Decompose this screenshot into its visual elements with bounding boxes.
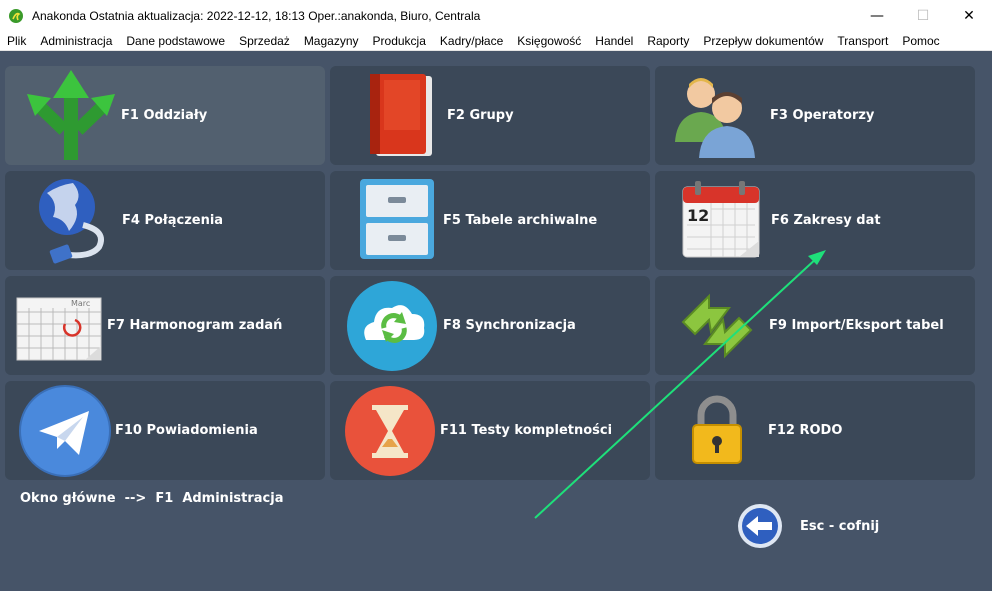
breadcrumb: Okno główne --> F1 Administracja xyxy=(20,491,284,506)
back-button[interactable]: Esc - cofnij xyxy=(736,502,879,550)
menu-handel[interactable]: Handel xyxy=(588,34,640,48)
back-label: Esc - cofnij xyxy=(800,518,880,534)
tile-label: F1 Oddziały xyxy=(121,108,208,123)
back-arrow-icon xyxy=(738,504,782,548)
tile-label: F5 Tabele archiwalne xyxy=(443,213,598,228)
calendar-day-text: 12 xyxy=(687,206,709,225)
tile-f11-testy-kompletnosci[interactable]: F11 Testy kompletności xyxy=(330,381,650,480)
users-icon xyxy=(667,68,763,164)
hourglass-icon xyxy=(342,383,438,479)
menu-produkcja[interactable]: Produkcja xyxy=(366,34,433,48)
main-panel: F1 Oddziały F2 Grupy F3 Operatorzy F4 Po… xyxy=(0,52,992,591)
window-controls: — ☐ ✕ xyxy=(854,0,992,31)
telegram-icon xyxy=(17,383,113,479)
tile-f1-oddzialy[interactable]: F1 Oddziały xyxy=(5,66,325,165)
schedule-calendar-icon: Marc xyxy=(13,278,109,374)
globe-network-icon xyxy=(25,173,121,269)
menu-transport[interactable]: Transport xyxy=(830,34,895,48)
tile-label: F9 Import/Eksport tabel xyxy=(769,318,944,333)
menu-dane-podstawowe[interactable]: Dane podstawowe xyxy=(119,34,232,48)
green-arrows-icon xyxy=(23,68,119,164)
menu-raporty[interactable]: Raporty xyxy=(640,34,696,48)
tile-f2-grupy[interactable]: F2 Grupy xyxy=(330,66,650,165)
tile-f12-rodo[interactable]: F12 RODO xyxy=(655,381,975,480)
anakonda-logo-icon xyxy=(9,8,23,23)
tile-label: F4 Połączenia xyxy=(122,213,224,228)
tile-f6-zakresy-dat[interactable]: 12 F6 Zakresy dat xyxy=(655,171,975,270)
menu-kadry-place[interactable]: Kadry/płace xyxy=(433,34,510,48)
tile-label: F12 RODO xyxy=(768,423,843,438)
tile-f4-polaczenia[interactable]: F4 Połączenia xyxy=(5,171,325,270)
menu-sprzedaz[interactable]: Sprzedaż xyxy=(232,34,297,48)
filing-cabinet-icon xyxy=(350,173,446,269)
maximize-button[interactable]: ☐ xyxy=(900,0,946,31)
menu-pomoc[interactable]: Pomoc xyxy=(895,34,946,48)
tile-label: F3 Operatorzy xyxy=(770,108,875,123)
tile-label: F7 Harmonogram zadań xyxy=(107,318,283,333)
calendar-icon: 12 xyxy=(675,173,771,269)
tile-f7-harmonogram-zadan[interactable]: Marc F7 Harmonogram zadań xyxy=(5,276,325,375)
menu-przeplyw-dokumentow[interactable]: Przepływ dokumentów xyxy=(696,34,830,48)
padlock-icon xyxy=(669,383,765,479)
tile-label: F11 Testy kompletności xyxy=(440,423,613,438)
menu-magazyny[interactable]: Magazyny xyxy=(297,34,366,48)
menu-administracja[interactable]: Administracja xyxy=(33,34,119,48)
tile-f10-powiadomienia[interactable]: F10 Powiadomienia xyxy=(5,381,325,480)
close-button[interactable]: ✕ xyxy=(946,0,992,31)
cloud-sync-icon xyxy=(346,278,442,374)
tile-label: F6 Zakresy dat xyxy=(771,213,881,228)
calendar-month-text: Marc xyxy=(71,299,90,308)
tile-f5-tabele-archiwalne[interactable]: F5 Tabele archiwalne xyxy=(330,171,650,270)
red-book-icon xyxy=(354,68,450,164)
tile-label: F8 Synchronizacja xyxy=(443,318,576,333)
import-export-arrows-icon xyxy=(669,278,765,374)
tile-label: F10 Powiadomienia xyxy=(115,423,258,438)
menu-plik[interactable]: Plik xyxy=(0,34,33,48)
tile-f8-synchronizacja[interactable]: F8 Synchronizacja xyxy=(330,276,650,375)
menu-bar: Plik Administracja Dane podstawowe Sprze… xyxy=(0,31,992,51)
menu-ksiegowosc[interactable]: Księgowość xyxy=(510,34,588,48)
title-bar: Anakonda Ostatnia aktualizacja: 2022-12-… xyxy=(0,0,992,31)
tile-f9-import-eksport-tabel[interactable]: F9 Import/Eksport tabel xyxy=(655,276,975,375)
minimize-button[interactable]: — xyxy=(854,0,900,31)
tile-label: F2 Grupy xyxy=(447,108,514,123)
tile-f3-operatorzy[interactable]: F3 Operatorzy xyxy=(655,66,975,165)
window-title: Anakonda Ostatnia aktualizacja: 2022-12-… xyxy=(32,8,481,23)
